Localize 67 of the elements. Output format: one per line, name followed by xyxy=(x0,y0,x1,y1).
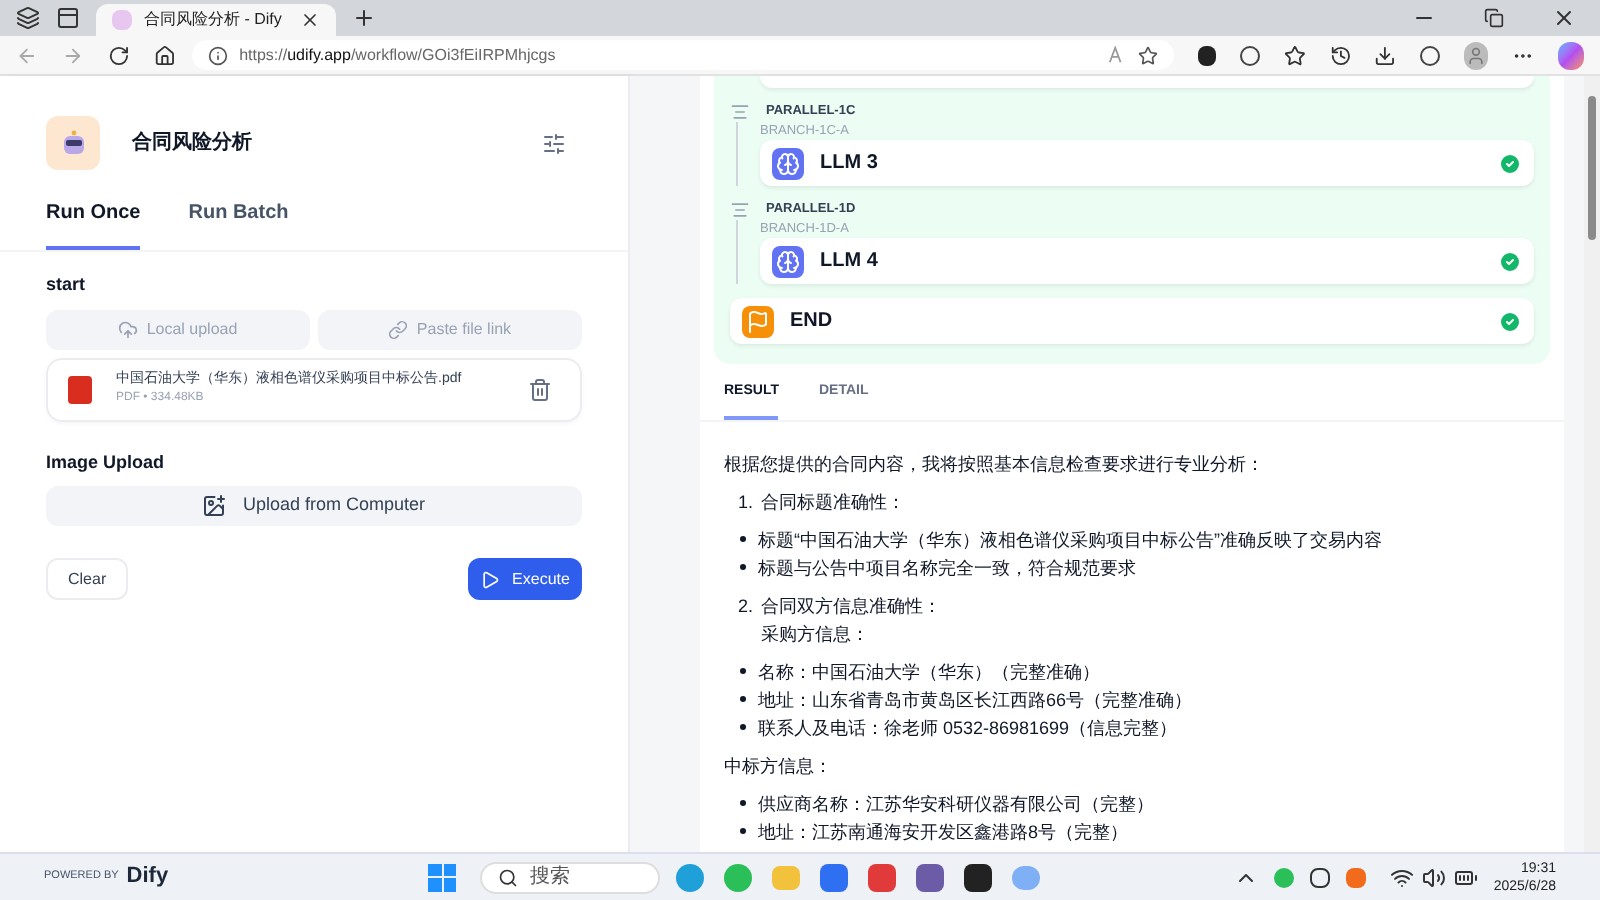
list-item: 标题与公告中项目名称完全一致，符合规范要求 xyxy=(758,555,1136,581)
flag-icon xyxy=(742,305,774,337)
close-icon[interactable] xyxy=(1552,6,1576,30)
start-icon[interactable] xyxy=(428,863,457,891)
list-item: 联系人及电话：徐老师 0532-86981699（信息完整） xyxy=(758,715,1178,741)
list-item: 名称：中国石油大学（华东）（完整准确） xyxy=(758,659,1100,685)
result-paragraph: 中标方信息： xyxy=(724,753,834,779)
node-title: LLM 3 xyxy=(820,150,880,178)
battery-icon[interactable] xyxy=(1453,865,1478,889)
close-icon[interactable] xyxy=(300,10,320,30)
upload-button[interactable]: Upload from Computer xyxy=(46,486,582,526)
tab-title: 合同风险分析 - Dify xyxy=(144,8,284,32)
browser-tab[interactable]: 合同风险分析 - Dify xyxy=(96,4,336,36)
wifi-icon[interactable] xyxy=(1389,865,1414,889)
settings-icon[interactable] xyxy=(542,131,566,155)
delete-icon[interactable] xyxy=(528,377,552,401)
search-field[interactable]: 搜索 xyxy=(480,861,661,893)
execute-button[interactable]: Execute xyxy=(468,558,582,600)
brain-icon xyxy=(772,245,804,277)
list-item: 标题“中国石油大学（华东）液相色谱仪采购项目中标公告”准确反映了交易内容 xyxy=(758,527,1382,553)
home-icon[interactable] xyxy=(153,43,176,67)
play-icon xyxy=(480,569,501,589)
node-card[interactable]: END xyxy=(730,298,1534,344)
field-label: Image Upload xyxy=(46,449,167,476)
cloud-upload-icon xyxy=(118,319,139,339)
robot-avatar-icon xyxy=(46,116,100,170)
list-item: 供应商名称：江苏华安科研仪器有限公司（完整） xyxy=(758,791,1154,817)
clear-button[interactable]: Clear xyxy=(46,558,129,600)
search-icon xyxy=(498,867,519,887)
new-tab-icon[interactable] xyxy=(352,6,376,30)
favorite-icon[interactable] xyxy=(1138,45,1159,65)
address-bar[interactable]: https://udify.app/workflow/GOi3fEiIRPMhjcgs xyxy=(191,40,1175,70)
list-number: 1. xyxy=(738,489,754,515)
node-card[interactable]: LLM 4 xyxy=(760,238,1534,284)
parallel-icon xyxy=(730,200,750,220)
node-title: END xyxy=(790,308,835,336)
restore-icon[interactable] xyxy=(1484,8,1504,28)
site-info-icon[interactable] xyxy=(207,45,228,65)
field-label: start xyxy=(46,272,88,298)
profile-avatar[interactable] xyxy=(1463,41,1489,69)
link-icon xyxy=(388,319,409,339)
node-card[interactable] xyxy=(760,76,1534,88)
list-item: 采购方信息： xyxy=(761,621,872,647)
list-item: 合同标题准确性： xyxy=(761,489,906,515)
node-card[interactable]: LLM 3 xyxy=(760,140,1534,186)
list-item: 合同双方信息准确性： xyxy=(761,593,942,619)
list-item: 地址：山东省青岛市黄岛区长江西路66号（完整准确） xyxy=(758,687,1193,713)
list-item: 地址：江苏南通海安开发区鑫港路8号（完整） xyxy=(758,819,1129,845)
list-number: 2. xyxy=(738,593,754,619)
url-text: https://udify.app/workflow/GOi3fEiIRPMhjcgs xyxy=(239,43,558,67)
workspaces-icon[interactable] xyxy=(16,6,40,30)
run-tab[interactable]: Run Batch xyxy=(188,198,289,250)
parallel-icon xyxy=(730,102,750,122)
reload-icon[interactable] xyxy=(107,43,130,67)
result-paragraph: 根据您提供的合同内容，我将按照基本信息检查要求进行专业分析： xyxy=(724,451,1266,477)
app-title: 合同风险分析 xyxy=(132,129,254,158)
download-icon[interactable] xyxy=(1374,43,1397,67)
history-icon[interactable] xyxy=(1329,43,1351,67)
read-aloud-icon[interactable] xyxy=(1108,46,1127,64)
favorites-icon[interactable] xyxy=(1283,43,1306,67)
image-add-icon xyxy=(202,494,227,518)
node-title: LLM 4 xyxy=(820,248,880,276)
tab-actions-icon[interactable] xyxy=(56,6,80,30)
brain-icon xyxy=(772,147,804,179)
volume-icon[interactable] xyxy=(1421,865,1446,889)
run-tab[interactable]: Run Once xyxy=(46,198,141,250)
dify-logo: Dify xyxy=(126,862,169,893)
